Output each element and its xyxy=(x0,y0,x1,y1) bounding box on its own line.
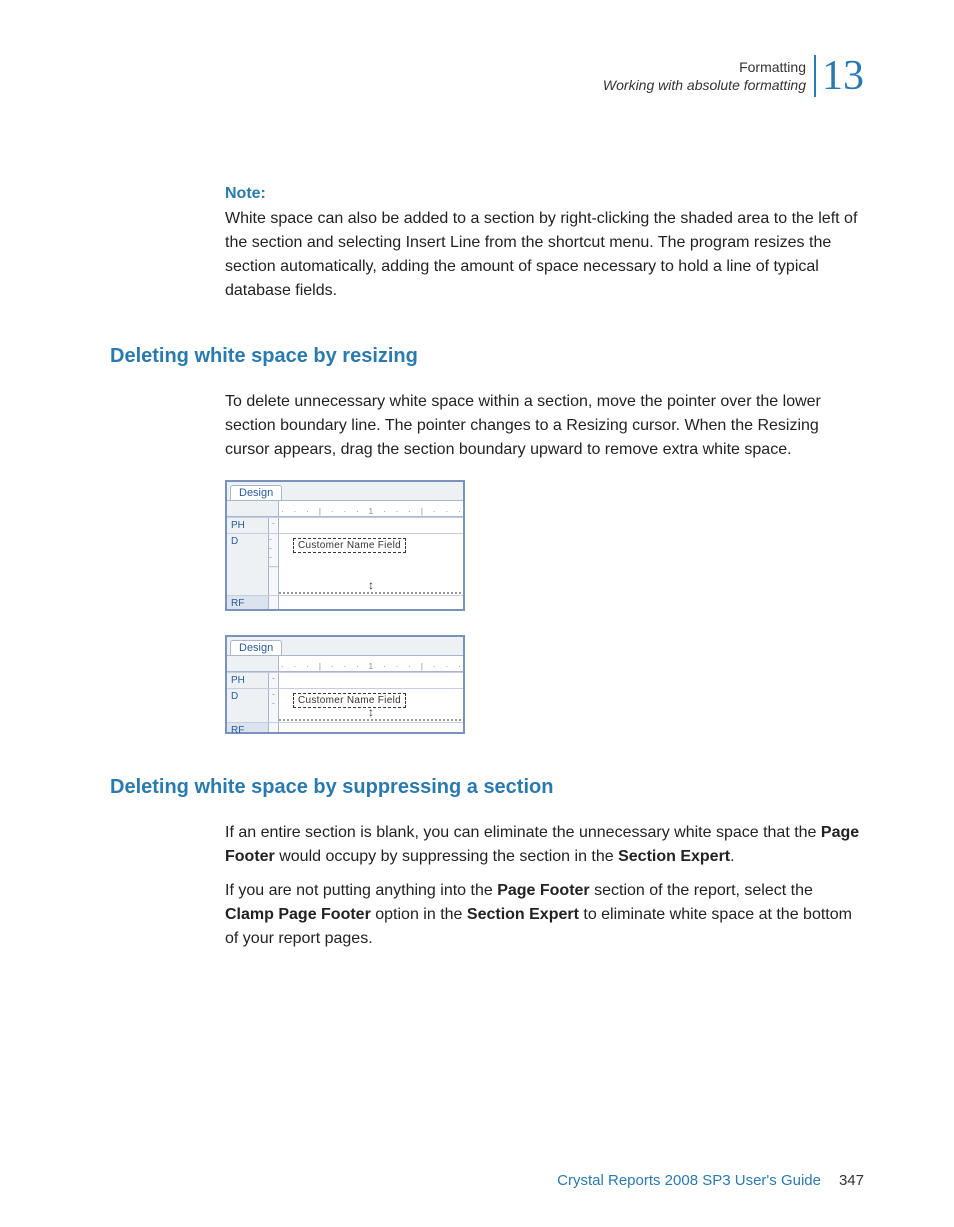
customer-name-field: Customer Name Field xyxy=(293,538,406,553)
footer-page-number: 347 xyxy=(839,1172,864,1189)
ruler-number: 1 xyxy=(369,507,373,516)
p2-text-a: If you are not putting anything into the xyxy=(225,882,497,899)
paragraph-suppress-1: If an entire section is blank, you can e… xyxy=(225,821,864,869)
p2-text-d: option in the xyxy=(371,906,467,923)
resize-cursor-icon-2: ↕ xyxy=(279,706,463,718)
page-footer: Crystal Reports 2008 SP3 User's Guide 34… xyxy=(110,1172,864,1189)
note-body: White space can also be added to a secti… xyxy=(225,207,864,303)
resize-cursor-icon: ↕ xyxy=(279,579,463,591)
footer-guide-title: Crystal Reports 2008 SP3 User's Guide xyxy=(557,1172,821,1189)
header-subtitle: Working with absolute formatting xyxy=(603,76,806,94)
heading-suppressing: Deleting white space by suppressing a se… xyxy=(110,776,864,799)
bold-section-expert: Section Expert xyxy=(618,848,730,865)
bold-section-expert-2: Section Expert xyxy=(467,906,579,923)
ruler-number-2: 1 xyxy=(369,662,373,671)
chapter-number: 13 xyxy=(814,55,864,97)
section-d: D xyxy=(227,534,269,595)
diagram-after: Design ···|···1···|··· PH - D xyxy=(225,635,864,734)
p2-text-c: section of the report, select the xyxy=(590,882,813,899)
design-tab: Design xyxy=(230,485,282,500)
diagram-before: Design ···|···1···|··· PH - D xyxy=(225,480,864,611)
bold-page-footer-2: Page Footer xyxy=(497,882,589,899)
ruler: ···|···1···|··· xyxy=(279,501,463,517)
section-rf-2: RF xyxy=(227,723,269,732)
section-ph: PH xyxy=(227,518,269,533)
ruler-2: ···|···1···|··· xyxy=(279,656,463,672)
heading-resizing: Deleting white space by resizing xyxy=(110,345,864,368)
p1-text-a: If an entire section is blank, you can e… xyxy=(225,824,821,841)
header-title: Formatting xyxy=(603,58,806,76)
p1-text-d: . xyxy=(730,848,734,865)
page-header: Formatting Working with absolute formatt… xyxy=(603,55,864,97)
paragraph-resizing: To delete unnecessary white space within… xyxy=(225,390,864,462)
paragraph-suppress-2: If you are not putting anything into the… xyxy=(225,879,864,951)
design-tab-2: Design xyxy=(230,640,282,655)
section-ph-2: PH xyxy=(227,673,269,688)
section-rf: RF xyxy=(227,596,269,609)
note-label: Note: xyxy=(225,185,864,203)
section-d-2: D xyxy=(227,689,269,722)
p1-text-c: would occupy by suppressing the section … xyxy=(275,848,618,865)
bold-clamp-page-footer: Clamp Page Footer xyxy=(225,906,371,923)
